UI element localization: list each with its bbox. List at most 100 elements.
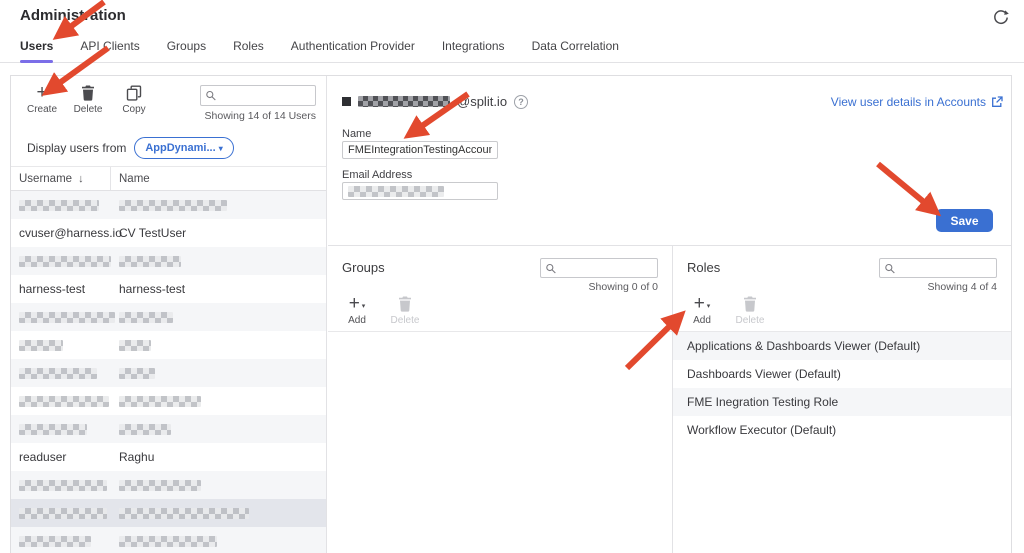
- search-icon: [545, 262, 557, 275]
- list-item[interactable]: Workflow Executor (Default): [673, 416, 1011, 444]
- table-row[interactable]: [11, 331, 326, 359]
- users-toolbar: + Create Delete Copy: [11, 76, 326, 124]
- tab-users[interactable]: Users: [20, 39, 53, 62]
- roles-title: Roles: [687, 258, 720, 275]
- users-panel: + Create Delete Copy: [11, 76, 327, 553]
- groups-add-button[interactable]: +▾ Add: [342, 295, 372, 326]
- roles-add-button[interactable]: +▾ Add: [687, 295, 717, 326]
- redacted-text: [19, 396, 109, 407]
- table-row[interactable]: [11, 415, 326, 443]
- users-table-header: Username ↓ Name: [11, 166, 326, 191]
- sort-desc-icon[interactable]: ↓: [78, 173, 84, 185]
- redacted-text: [19, 424, 87, 435]
- roles-delete-button[interactable]: Delete: [735, 295, 765, 326]
- chevron-down-icon: ▾: [362, 299, 366, 310]
- roles-toolbar: +▾ Add Delete: [673, 293, 1011, 332]
- table-row[interactable]: [11, 499, 326, 527]
- users-showing-count: Showing 14 of 14 Users: [205, 110, 316, 122]
- admin-card: + Create Delete Copy: [10, 75, 1012, 553]
- table-row[interactable]: harness-testharness-test: [11, 275, 326, 303]
- avatar: [342, 97, 351, 106]
- scope-dropdown[interactable]: AppDynami... ▾: [134, 137, 233, 159]
- create-label: Create: [27, 104, 57, 115]
- table-row[interactable]: [11, 471, 326, 499]
- tab-groups[interactable]: Groups: [167, 39, 206, 62]
- view-accounts-link[interactable]: View user details in Accounts: [831, 95, 1003, 109]
- membership-section: Groups Showing 0 of 0 +▾ Add: [328, 246, 1011, 553]
- copy-label: Copy: [122, 104, 145, 115]
- redacted-text: [119, 368, 155, 379]
- roles-delete-label: Delete: [736, 315, 765, 326]
- user-email-header: @split.io ?: [342, 94, 528, 109]
- tab-integrations[interactable]: Integrations: [442, 39, 505, 62]
- list-item[interactable]: Dashboards Viewer (Default): [673, 360, 1011, 388]
- administration-screen: Administration Users API Clients Groups Rol…: [0, 0, 1024, 553]
- redacted-text: [119, 200, 227, 211]
- redacted-text: [19, 368, 97, 379]
- email-domain: @split.io: [457, 94, 507, 109]
- column-name[interactable]: Name: [111, 173, 326, 185]
- trash-icon: [743, 295, 757, 313]
- delete-label: Delete: [74, 104, 103, 115]
- redacted-text: [119, 424, 171, 435]
- table-row[interactable]: readuserRaghu: [11, 443, 326, 471]
- redacted-text: [19, 536, 91, 547]
- tab-api-clients[interactable]: API Clients: [80, 39, 139, 62]
- scope-dropdown-value: AppDynami...: [145, 142, 215, 154]
- create-user-button[interactable]: + Create: [27, 84, 57, 124]
- groups-delete-button[interactable]: Delete: [390, 295, 420, 326]
- email-field[interactable]: [342, 182, 498, 200]
- tab-data-correlation[interactable]: Data Correlation: [532, 39, 619, 62]
- table-row[interactable]: [11, 247, 326, 275]
- table-row[interactable]: [11, 387, 326, 415]
- list-item[interactable]: FME Inegration Testing Role: [673, 388, 1011, 416]
- groups-search: [540, 258, 658, 278]
- external-link-icon: [991, 96, 1003, 108]
- redacted-text: [19, 312, 115, 323]
- display-users-row: Display users from AppDynami... ▾: [27, 136, 326, 160]
- roles-search: [879, 258, 997, 278]
- groups-toolbar: +▾ Add Delete: [328, 293, 672, 332]
- table-row[interactable]: [11, 303, 326, 331]
- table-row[interactable]: [11, 359, 326, 387]
- name-field[interactable]: [342, 141, 498, 159]
- table-row[interactable]: [11, 191, 326, 219]
- roles-add-label: Add: [693, 315, 711, 326]
- redacted-text: [19, 256, 111, 267]
- column-username[interactable]: Username: [19, 173, 72, 185]
- list-item[interactable]: Applications & Dashboards Viewer (Defaul…: [673, 332, 1011, 360]
- redacted-text: [119, 340, 151, 351]
- chevron-down-icon: ▾: [707, 299, 711, 310]
- groups-showing-count: Showing 0 of 0: [328, 278, 672, 293]
- tab-roles[interactable]: Roles: [233, 39, 264, 62]
- user-detail-panel: @split.io ? View user details in Account…: [328, 76, 1011, 246]
- tab-authentication-provider[interactable]: Authentication Provider: [291, 39, 415, 62]
- tab-bar: Users API Clients Groups Roles Authenticatio…: [0, 39, 1024, 63]
- redacted-text: [19, 508, 107, 519]
- table-row[interactable]: cvuser@harness.ioCV TestUser: [11, 219, 326, 247]
- view-accounts-label: View user details in Accounts: [831, 95, 986, 109]
- page-title: Administration: [20, 7, 126, 24]
- redacted-text: [119, 256, 181, 267]
- roles-search-input[interactable]: [896, 262, 992, 274]
- roles-panel: Roles Showing 4 of 4 +▾ Add: [673, 246, 1011, 553]
- redacted-email-local: [358, 96, 450, 107]
- table-row[interactable]: [11, 527, 326, 553]
- redacted-text: [119, 396, 201, 407]
- groups-search-input[interactable]: [557, 262, 653, 274]
- redacted-text: [19, 200, 99, 211]
- users-search-input[interactable]: [217, 90, 311, 102]
- refresh-icon[interactable]: [992, 8, 1010, 26]
- redacted-text: [119, 536, 217, 547]
- groups-title: Groups: [342, 258, 385, 275]
- plus-icon: +: [349, 296, 360, 312]
- delete-user-button[interactable]: Delete: [73, 84, 103, 124]
- save-button[interactable]: Save: [936, 209, 993, 232]
- trash-icon: [398, 295, 412, 313]
- copy-user-button[interactable]: Copy: [119, 84, 149, 124]
- users-search: [200, 85, 316, 106]
- plus-icon: +: [694, 296, 705, 312]
- help-icon[interactable]: ?: [514, 95, 528, 109]
- chevron-down-icon: ▾: [219, 144, 223, 153]
- redacted-text: [119, 312, 173, 323]
